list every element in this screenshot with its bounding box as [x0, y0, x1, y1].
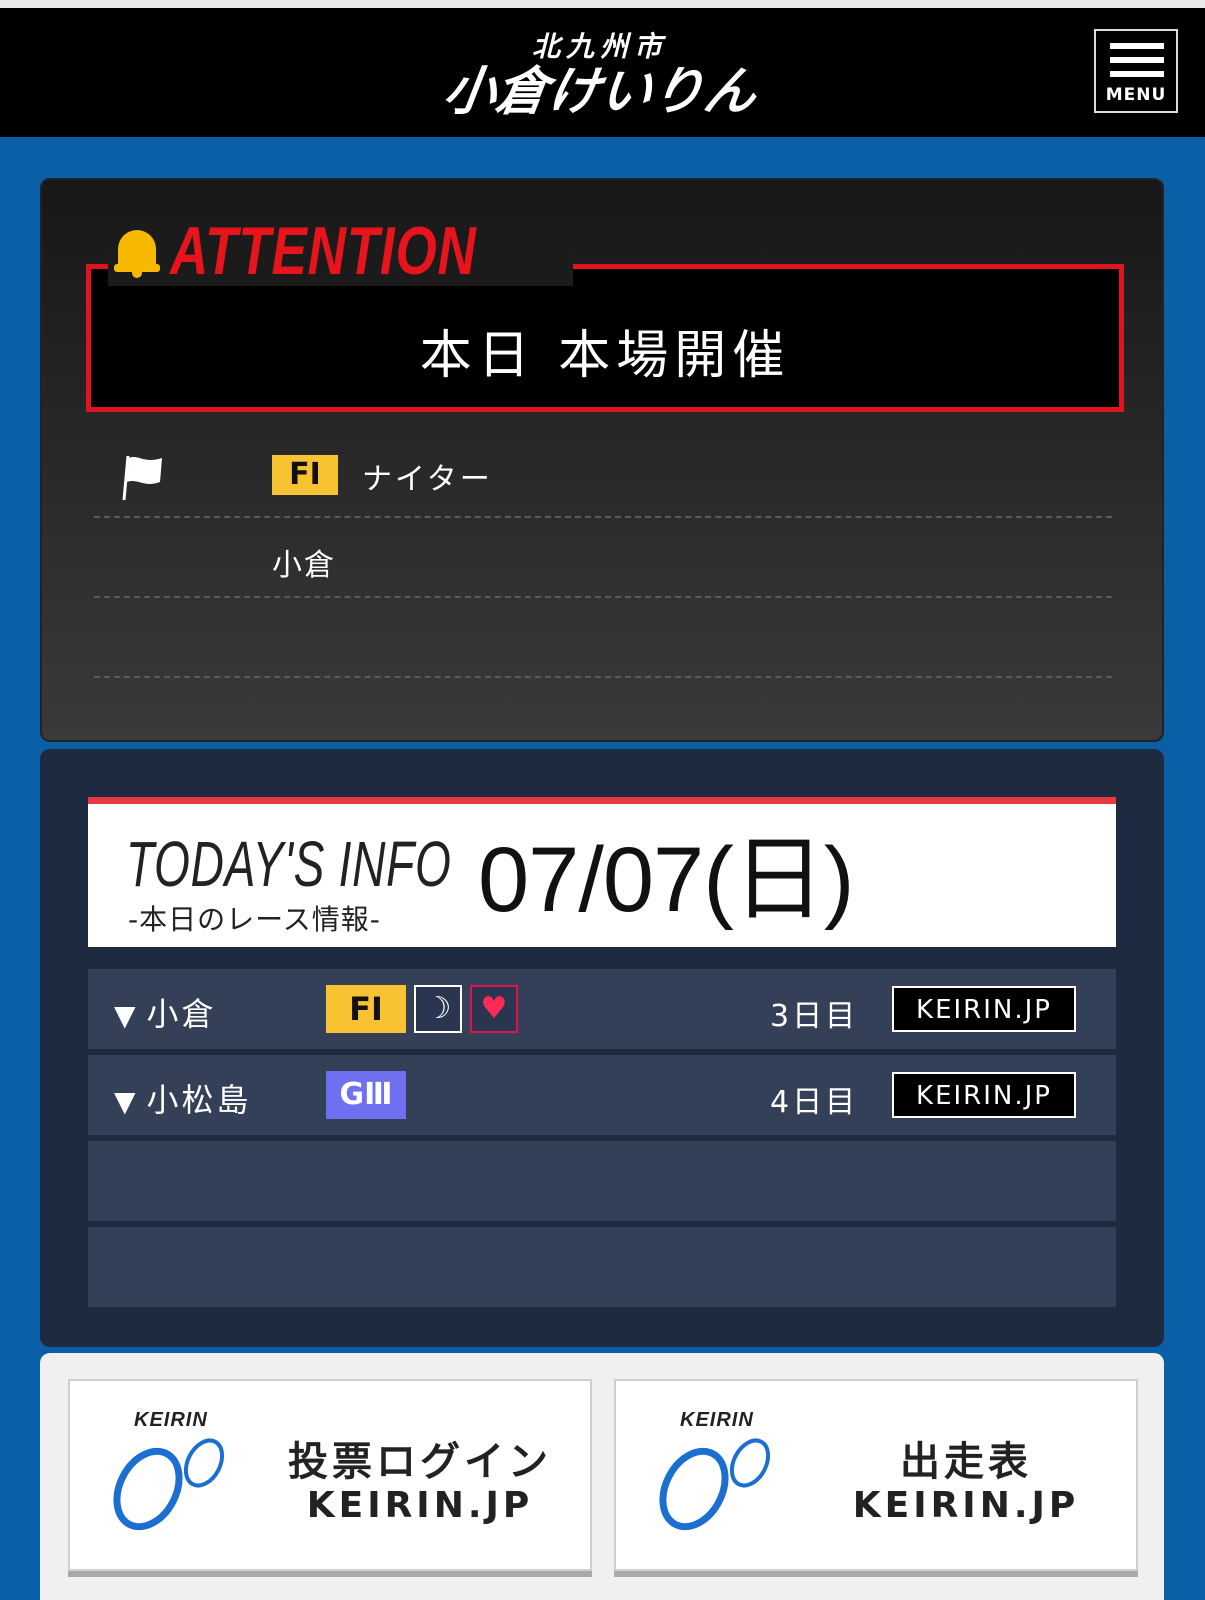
todays-info-header: TODAY'S INFO -本日のレース情報- 07/07(日): [88, 797, 1116, 947]
site-header: 北九州市 小倉けいりん MENU: [0, 8, 1205, 137]
race-row[interactable]: ▼ 小倉 FI ☽ ♥ 3日目 KEIRIN.JP: [88, 969, 1116, 1049]
race-day: 4日目: [770, 1085, 859, 1120]
nighter-label: ナイター: [362, 462, 493, 497]
heart-icon: ♥: [470, 985, 518, 1033]
quick-links-panel: KEIRIN 投票ログイン KEIRIN.JP KEIRIN 出走表 KEIRI…: [40, 1353, 1164, 1600]
race-row-empty: [88, 1227, 1116, 1307]
todays-info-title: TODAY'S INFO: [126, 828, 452, 900]
grade-badge-fi: FI: [272, 455, 338, 495]
vote-login-label: 投票ログイン: [288, 1439, 552, 1485]
hamburger-icon: [1110, 71, 1164, 77]
todays-date: 07/07(日): [478, 829, 854, 931]
race-day: 3日目: [770, 999, 859, 1034]
todays-info-subtitle: -本日のレース情報-: [128, 903, 381, 936]
attention-panel: 本日 本場開催 ATTENTION FI ナイター 小倉: [40, 178, 1164, 742]
keirin-logo: KEIRIN: [650, 1409, 790, 1539]
race-card-button[interactable]: KEIRIN 出走表 KEIRIN.JP: [614, 1379, 1138, 1571]
keirin-logo: KEIRIN: [104, 1409, 244, 1539]
grade-badge-fi: FI: [326, 985, 406, 1033]
menu-button[interactable]: MENU: [1094, 29, 1178, 113]
logo-city-text: 北九州市: [531, 30, 668, 63]
attention-message: 本日 本場開催: [419, 326, 791, 386]
race-venue[interactable]: ▼ 小倉: [114, 989, 217, 1035]
race-row[interactable]: ▼ 小松島 GⅢ 4日目 KEIRIN.JP: [88, 1055, 1116, 1135]
race-card-site: KEIRIN.JP: [852, 1485, 1080, 1526]
triangle-down-icon: ▼: [114, 999, 139, 1032]
attention-venue: 小倉: [272, 548, 336, 583]
grade-badge-g3: GⅢ: [326, 1071, 406, 1119]
attention-title: ATTENTION: [170, 213, 477, 289]
race-row-empty: [88, 1141, 1116, 1221]
vote-login-site: KEIRIN.JP: [306, 1485, 534, 1526]
triangle-down-icon: ▼: [114, 1085, 139, 1118]
attention-heading: ATTENTION: [108, 213, 574, 289]
keirin-jp-link[interactable]: KEIRIN.JP: [892, 1072, 1076, 1118]
flag-icon: [122, 455, 162, 501]
attention-row-grade: FI ナイター: [94, 438, 1112, 518]
attention-row-empty: [94, 598, 1112, 678]
keirin-rings-icon: [113, 1438, 225, 1531]
hamburger-icon: [1110, 43, 1164, 49]
attention-row-venue: 小倉: [94, 518, 1112, 598]
top-strip: [0, 0, 1205, 8]
keirin-jp-link[interactable]: KEIRIN.JP: [892, 986, 1076, 1032]
race-venue[interactable]: ▼ 小松島: [114, 1075, 252, 1121]
site-logo[interactable]: 北九州市 小倉けいりん: [440, 30, 760, 122]
hamburger-icon: [1110, 57, 1164, 63]
logo-name-text: 小倉けいりん: [439, 62, 761, 122]
race-card-label: 出走表: [900, 1439, 1032, 1485]
menu-label: MENU: [1105, 85, 1167, 105]
moon-icon: ☽: [414, 985, 462, 1033]
bell-icon: [114, 224, 160, 278]
keirin-rings-icon: [659, 1438, 771, 1531]
vote-login-button[interactable]: KEIRIN 投票ログイン KEIRIN.JP: [68, 1379, 592, 1571]
todays-info-panel: TODAY'S INFO -本日のレース情報- 07/07(日) ▼ 小倉 FI …: [40, 749, 1164, 1347]
